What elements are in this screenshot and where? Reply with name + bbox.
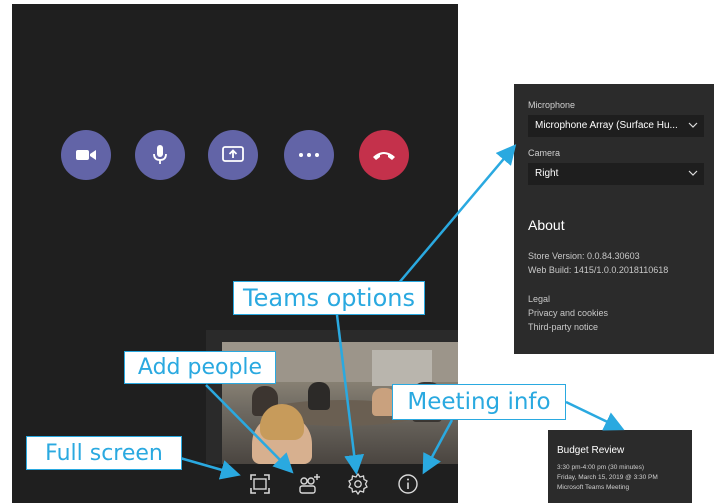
arrow-to-settings	[335, 314, 365, 475]
callout-arrows	[179, 144, 625, 480]
arrow-to-full-screen	[179, 456, 241, 480]
arrow-to-info-panel	[565, 400, 625, 431]
callout-teams-options: Teams options	[233, 281, 425, 315]
arrow-to-options-panel	[397, 144, 517, 285]
arrow-to-add-people	[205, 384, 294, 474]
arrow-to-info-icon	[422, 419, 454, 475]
callout-meeting-info: Meeting info	[392, 384, 566, 420]
callout-add-people: Add people	[124, 351, 276, 384]
callout-full-screen: Full screen	[26, 436, 182, 470]
